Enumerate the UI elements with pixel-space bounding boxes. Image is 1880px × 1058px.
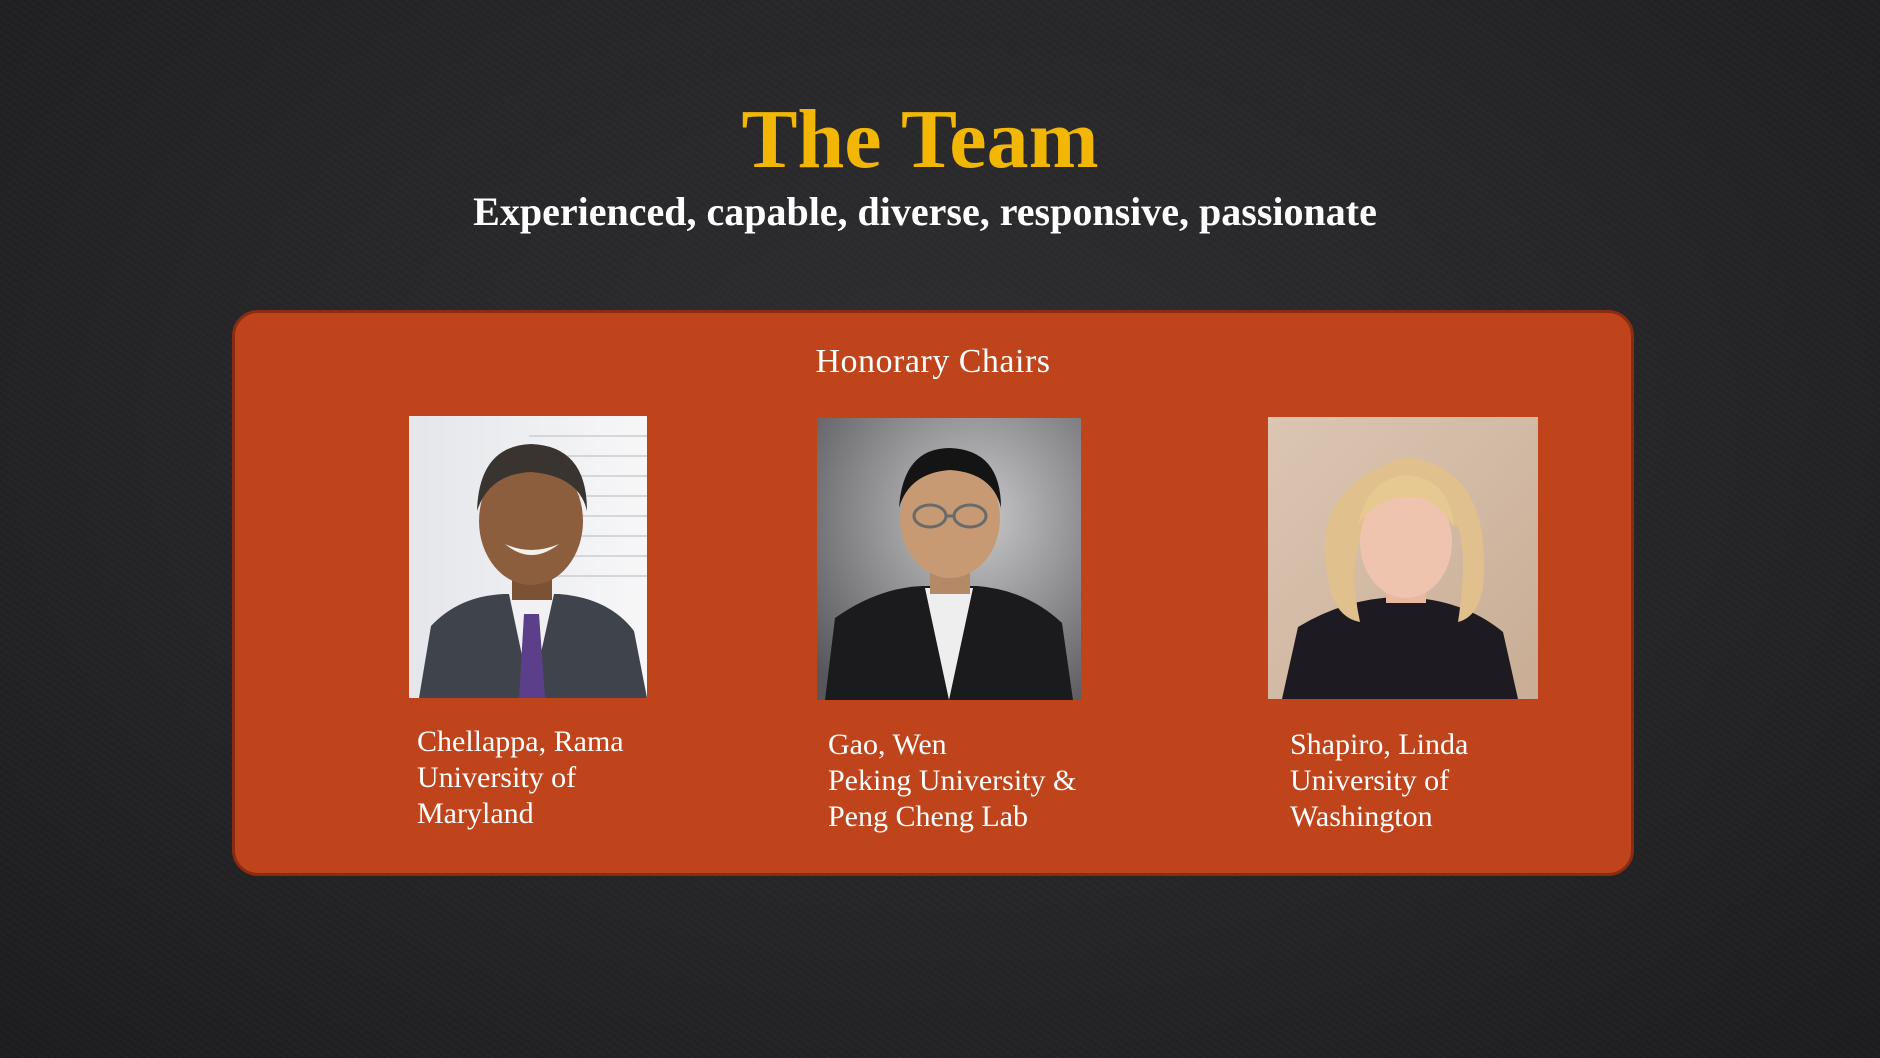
member-name: Chellappa, Rama	[417, 725, 624, 758]
honorary-chairs-heading: Honorary Chairs	[815, 343, 1051, 380]
member-caption-gao: Gao, Wen Peking University & Peng Cheng …	[828, 727, 1076, 835]
slide-title: The Team	[741, 93, 1099, 186]
member-affiliation-line: Peking University &	[828, 764, 1077, 797]
slide-subtitle: Experienced, capable, diverse, responsiv…	[473, 189, 1377, 234]
member-affiliation-line: University of	[1290, 764, 1450, 797]
member-caption-shapiro: Shapiro, Linda University of Washington	[1290, 727, 1468, 835]
member-affiliation-line: Maryland	[417, 797, 534, 830]
portrait-photo-gao	[817, 418, 1081, 700]
member-affiliation-line: Washington	[1290, 800, 1433, 833]
member-affiliation-line: Peng Cheng Lab	[828, 800, 1028, 833]
portrait-photo-shapiro	[1268, 417, 1538, 699]
member-name: Shapiro, Linda	[1290, 728, 1469, 761]
member-affiliation-line: University of	[417, 761, 577, 794]
member-name: Gao, Wen	[828, 728, 947, 761]
portrait-photo-chellappa	[409, 416, 647, 698]
honorary-chairs-panel: Honorary Chairs Chellappa, Rama Universi…	[232, 310, 1634, 876]
member-caption-chellappa: Chellappa, Rama University of Maryland	[417, 724, 624, 832]
